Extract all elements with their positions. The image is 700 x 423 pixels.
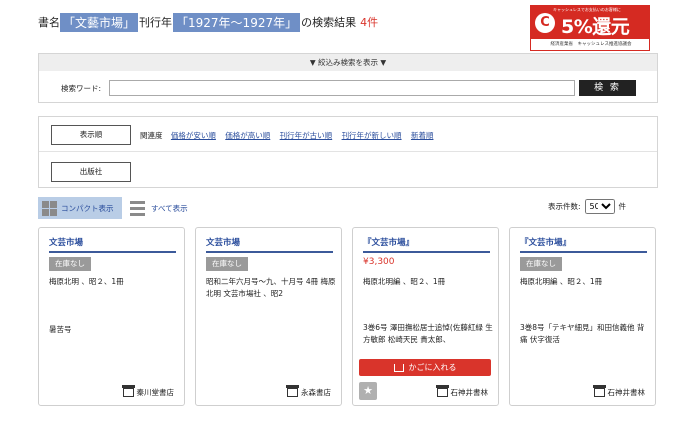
refine-search-toggle[interactable]: ▼ 絞込み検索を表示 ▼ bbox=[39, 54, 657, 71]
sort-year-new[interactable]: 刊行年が新しい順 bbox=[342, 131, 402, 140]
all-view-button[interactable]: すべて表示 bbox=[130, 197, 188, 219]
display-order-button[interactable]: 表示順 bbox=[51, 125, 131, 145]
list-view-icon bbox=[130, 200, 145, 216]
sort-newest[interactable]: 新着順 bbox=[411, 131, 434, 140]
card-description: 梅原北明編 、昭２、1冊 bbox=[363, 277, 446, 286]
card-store[interactable]: 石神井書林 bbox=[435, 385, 489, 398]
card-title[interactable]: 文芸市場 bbox=[206, 236, 333, 253]
result-count: 4件 bbox=[360, 16, 379, 29]
heading-suffix: の検索結果 bbox=[301, 16, 357, 29]
result-card[interactable]: 『文芸市場』 在庫なし 梅原北明編 、昭２、1冊 3巻8号「テキヤ細見」和田信義… bbox=[509, 227, 656, 406]
keyword-input[interactable] bbox=[109, 80, 575, 96]
store-name: 石神井書林 bbox=[607, 388, 646, 397]
result-card[interactable]: 文芸市場 在庫なし 昭和二年六月号～九、十月号 4冊 梅原北明 文芸市場社 、昭… bbox=[195, 227, 342, 406]
banner-red-panel: C キャッシュレスでお支払いのお客様に 5%還元 bbox=[531, 6, 649, 39]
store-name: 石神井書林 bbox=[450, 388, 489, 397]
card-note: 3巻6号 澤田撫松居士追悼(佐藤紅緑 生方敏郎 松崎天民 貴太郎、 bbox=[363, 323, 493, 344]
per-page-control: 表示件数: 50 件 bbox=[548, 199, 626, 214]
out-of-stock-badge: 在庫なし bbox=[520, 257, 562, 271]
store-name: 永森書店 bbox=[301, 388, 331, 397]
shop-icon bbox=[435, 385, 449, 397]
banner-foot-text: 経済産業省 キャッシュレス推進協議会 bbox=[550, 42, 632, 47]
per-page-label: 表示件数: bbox=[548, 202, 581, 211]
card-note: 暑苦号 bbox=[49, 325, 72, 334]
per-page-select[interactable]: 50 bbox=[584, 199, 615, 214]
heading-prefix: 書名 bbox=[38, 16, 60, 29]
search-panel: ▼ 絞込み検索を表示 ▼ 検索ワード: 検 索 bbox=[38, 53, 658, 103]
sort-year-old[interactable]: 刊行年が古い順 bbox=[280, 131, 333, 140]
store-name: 秦川堂書店 bbox=[136, 388, 175, 397]
shop-icon bbox=[286, 385, 299, 397]
sort-price-high[interactable]: 価格が高い順 bbox=[225, 131, 270, 140]
view-controls: コンパクト表示 すべて表示 表示件数: 50 件 bbox=[38, 197, 658, 219]
all-view-label: すべて表示 bbox=[151, 203, 188, 213]
shop-icon bbox=[121, 385, 135, 397]
heading-mid: 刊行年 bbox=[139, 16, 173, 29]
compact-view-button[interactable]: コンパクト表示 bbox=[38, 197, 122, 219]
results-heading: 書名 「文藝市場」 刊行年 「1927年〜1927年」 の検索結果 4件 bbox=[38, 10, 378, 34]
cashless-logo-icon: C bbox=[535, 13, 555, 33]
card-price: ¥3,300 bbox=[363, 257, 395, 267]
card-title[interactable]: 文芸市場 bbox=[49, 236, 176, 253]
card-store[interactable]: 石神井書林 bbox=[592, 385, 646, 398]
sort-relevance-label: 関連度 bbox=[140, 131, 163, 140]
out-of-stock-badge: 在庫なし bbox=[49, 257, 91, 271]
add-to-cart-button[interactable]: かごに入れる bbox=[359, 359, 491, 376]
banner-big-text: 5%還元 bbox=[561, 16, 630, 38]
add-to-cart-label: かごに入れる bbox=[408, 363, 457, 372]
card-title[interactable]: 『文芸市場』 bbox=[363, 236, 490, 253]
shop-icon bbox=[592, 385, 606, 397]
year-query-highlight: 「1927年〜1927年」 bbox=[173, 12, 301, 32]
cart-icon bbox=[393, 363, 404, 372]
grid-view-icon bbox=[42, 200, 57, 216]
cashless-banner[interactable]: C キャッシュレスでお支払いのお客様に 5%還元 経済産業省 キャッシュレス推進… bbox=[530, 5, 650, 51]
card-title[interactable]: 『文芸市場』 bbox=[520, 236, 647, 253]
publisher-button[interactable]: 出版社 bbox=[51, 162, 131, 182]
card-note: 3巻8号「テキヤ細見」和田信義他 背痛 伏字復活 bbox=[520, 323, 645, 344]
result-card[interactable]: 『文芸市場』 ¥3,300 梅原北明編 、昭２、1冊 3巻6号 澤田撫松居士追悼… bbox=[352, 227, 499, 406]
favorite-star-icon[interactable]: ★ bbox=[359, 382, 377, 400]
sort-divider bbox=[39, 151, 657, 152]
sort-options: 関連度 価格が安い順 価格が高い順 刊行年が古い順 刊行年が新しい順 新着順 bbox=[140, 130, 440, 141]
card-store[interactable]: 秦川堂書店 bbox=[121, 385, 175, 398]
sort-price-low[interactable]: 価格が安い順 bbox=[171, 131, 216, 140]
card-description: 梅原北明編 、昭２、1冊 bbox=[520, 277, 603, 286]
compact-view-label: コンパクト表示 bbox=[61, 203, 114, 213]
search-button[interactable]: 検 索 bbox=[579, 80, 636, 96]
sort-panel: 表示順 関連度 価格が安い順 価格が高い順 刊行年が古い順 刊行年が新しい順 新… bbox=[38, 116, 658, 188]
card-description: 梅原北明 、昭２、1冊 bbox=[49, 277, 124, 286]
result-card[interactable]: 文芸市場 在庫なし 梅原北明 、昭２、1冊 暑苦号 秦川堂書店 bbox=[38, 227, 185, 406]
out-of-stock-badge: 在庫なし bbox=[206, 257, 248, 271]
per-page-unit: 件 bbox=[618, 202, 627, 211]
card-store[interactable]: 永森書店 bbox=[286, 385, 331, 398]
keyword-label: 検索ワード: bbox=[61, 84, 102, 93]
card-description: 昭和二年六月号～九、十月号 4冊 梅原北明 文芸市場社 、昭2 bbox=[206, 277, 336, 298]
title-query-highlight: 「文藝市場」 bbox=[60, 12, 139, 32]
